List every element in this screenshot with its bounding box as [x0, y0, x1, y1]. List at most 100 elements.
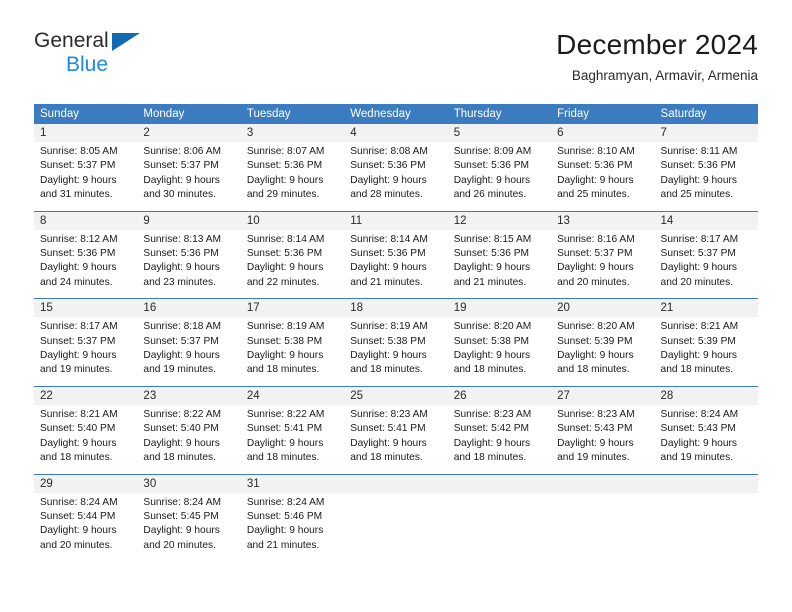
day-cell[interactable]: Sunrise: 8:17 AM Sunset: 5:37 PM Daylight:…	[34, 317, 138, 387]
day-cell[interactable]: Sunrise: 8:24 AM Sunset: 5:43 PM Daylight:…	[654, 404, 758, 474]
title-block: December 2024 Baghramyan, Armavir, Armen…	[556, 28, 758, 86]
day-cell[interactable]: Sunrise: 8:06 AM Sunset: 5:37 PM Daylight:…	[137, 142, 241, 212]
day-cell[interactable]: Sunrise: 8:16 AM Sunset: 5:37 PM Daylight:…	[551, 229, 655, 299]
day-number[interactable]: 30	[137, 473, 241, 493]
day-cell[interactable]: Sunrise: 8:10 AM Sunset: 5:36 PM Daylight:…	[551, 142, 655, 212]
day-number[interactable]: 24	[240, 385, 345, 405]
day-cell[interactable]: Sunrise: 8:12 AM Sunset: 5:36 PM Daylight:…	[34, 229, 138, 299]
calendar-daynumber-row: 29 30 31	[34, 473, 758, 493]
day-cell[interactable]: Sunrise: 8:24 AM Sunset: 5:46 PM Daylight:…	[240, 492, 345, 562]
day-cell[interactable]: Sunrise: 8:09 AM Sunset: 5:36 PM Daylight:…	[447, 142, 552, 212]
day-cell[interactable]: Sunrise: 8:11 AM Sunset: 5:36 PM Daylight:…	[654, 142, 758, 212]
day-cell[interactable]: Sunrise: 8:23 AM Sunset: 5:42 PM Daylight:…	[447, 404, 552, 474]
day-cell[interactable]: Sunrise: 8:19 AM Sunset: 5:38 PM Daylight:…	[344, 317, 448, 387]
day-number[interactable]: 15	[34, 298, 138, 318]
daylight-text-line2: and 19 minutes.	[557, 452, 630, 464]
sunset-text: Sunset: 5:46 PM	[246, 510, 323, 522]
weekday-header-sunday: Sunday	[34, 104, 138, 124]
day-cell[interactable]: Sunrise: 8:17 AM Sunset: 5:37 PM Daylight:…	[654, 229, 758, 299]
daylight-text-line2: and 19 minutes.	[143, 364, 216, 376]
day-number[interactable]: 21	[654, 298, 758, 318]
logo-text-general: General	[34, 29, 109, 52]
daylight-text-line2: and 18 minutes.	[40, 452, 113, 464]
day-cell[interactable]: Sunrise: 8:14 AM Sunset: 5:36 PM Daylight:…	[240, 229, 345, 299]
day-number[interactable]: 18	[344, 298, 448, 318]
day-cell[interactable]: Sunrise: 8:13 AM Sunset: 5:36 PM Daylight:…	[137, 229, 241, 299]
daylight-text-line1: Daylight: 9 hours	[40, 174, 117, 186]
sunset-text: Sunset: 5:38 PM	[246, 335, 323, 347]
day-number[interactable]: 3	[240, 124, 345, 142]
day-cell[interactable]: Sunrise: 8:24 AM Sunset: 5:44 PM Daylight:…	[34, 492, 138, 562]
daylight-text-line2: and 30 minutes.	[143, 189, 216, 201]
daylight-text-line2: and 22 minutes.	[246, 276, 320, 288]
daylight-text-line2: and 23 minutes.	[143, 276, 216, 288]
sunrise-text: Sunrise: 8:21 AM	[40, 408, 118, 420]
sunrise-text: Sunrise: 8:24 AM	[660, 408, 739, 420]
daylight-text-line2: and 18 minutes.	[350, 364, 423, 376]
day-number[interactable]: 4	[344, 124, 448, 142]
sunrise-text: Sunrise: 8:19 AM	[350, 321, 428, 333]
day-number[interactable]: 12	[447, 210, 552, 230]
day-cell[interactable]: Sunrise: 8:05 AM Sunset: 5:37 PM Daylight:…	[34, 142, 138, 212]
day-number[interactable]: 26	[447, 385, 552, 405]
calendar-header-row: Sunday Monday Tuesday Wednesday Thursday Frid…	[34, 104, 758, 124]
day-number[interactable]: 7	[654, 124, 758, 142]
day-number[interactable]: 20	[551, 298, 655, 318]
day-cell-empty	[344, 492, 448, 562]
weekday-header-tuesday: Tuesday	[240, 104, 345, 124]
day-cell[interactable]: Sunrise: 8:18 AM Sunset: 5:37 PM Daylight:…	[137, 317, 241, 387]
day-number[interactable]: 25	[344, 385, 448, 405]
day-number[interactable]: 13	[551, 210, 655, 230]
day-cell[interactable]: Sunrise: 8:21 AM Sunset: 5:39 PM Daylight:…	[654, 317, 758, 387]
weekday-header-thursday: Thursday	[447, 104, 552, 124]
day-cell[interactable]: Sunrise: 8:21 AM Sunset: 5:40 PM Daylight:…	[34, 404, 138, 474]
day-cell[interactable]: Sunrise: 8:08 AM Sunset: 5:36 PM Daylight:…	[344, 142, 448, 212]
day-number[interactable]: 27	[551, 385, 655, 405]
daylight-text-line2: and 18 minutes.	[453, 452, 527, 464]
daylight-text-line2: and 24 minutes.	[40, 276, 113, 288]
day-cell[interactable]: Sunrise: 8:19 AM Sunset: 5:38 PM Daylight:…	[240, 317, 345, 387]
daylight-text-line2: and 31 minutes.	[40, 189, 113, 201]
day-cell[interactable]: Sunrise: 8:22 AM Sunset: 5:40 PM Daylight:…	[137, 404, 241, 474]
day-number[interactable]: 1	[34, 124, 138, 142]
day-cell[interactable]: Sunrise: 8:20 AM Sunset: 5:38 PM Daylight:…	[447, 317, 552, 387]
day-cell[interactable]: Sunrise: 8:22 AM Sunset: 5:41 PM Daylight:…	[240, 404, 345, 474]
sunrise-text: Sunrise: 8:07 AM	[246, 146, 325, 157]
day-number[interactable]: 29	[34, 473, 138, 493]
calendar-info-row: Sunrise: 8:24 AM Sunset: 5:44 PM Daylight:…	[34, 492, 758, 562]
day-number[interactable]: 16	[137, 298, 241, 318]
day-number[interactable]: 8	[34, 210, 138, 230]
day-number[interactable]: 19	[447, 298, 552, 318]
sunrise-text: Sunrise: 8:23 AM	[557, 408, 635, 420]
day-number[interactable]: 2	[137, 124, 241, 142]
day-number[interactable]: 11	[344, 210, 448, 230]
day-cell[interactable]: Sunrise: 8:23 AM Sunset: 5:43 PM Daylight:…	[551, 404, 655, 474]
day-number[interactable]: 10	[240, 210, 345, 230]
day-number[interactable]: 17	[240, 298, 345, 318]
day-cell[interactable]: Sunrise: 8:23 AM Sunset: 5:41 PM Daylight:…	[344, 404, 448, 474]
day-number[interactable]: 28	[654, 385, 758, 405]
sunrise-text: Sunrise: 8:14 AM	[350, 233, 428, 245]
day-cell[interactable]: Sunrise: 8:15 AM Sunset: 5:36 PM Daylight:…	[447, 229, 552, 299]
day-cell[interactable]: Sunrise: 8:14 AM Sunset: 5:36 PM Daylight:…	[344, 229, 448, 299]
daylight-text-line2: and 21 minutes.	[350, 276, 423, 288]
day-number[interactable]: 23	[137, 385, 241, 405]
sunrise-text: Sunrise: 8:17 AM	[660, 233, 739, 245]
sunrise-text: Sunrise: 8:19 AM	[246, 321, 325, 333]
logo-text-blue: Blue	[66, 53, 109, 76]
page-subtitle: Baghramyan, Armavir, Armenia	[571, 68, 758, 83]
day-number[interactable]: 31	[240, 473, 345, 493]
day-cell[interactable]: Sunrise: 8:20 AM Sunset: 5:39 PM Daylight:…	[551, 317, 655, 387]
day-number[interactable]: 6	[551, 124, 655, 142]
day-number[interactable]: 22	[34, 385, 138, 405]
day-cell[interactable]: Sunrise: 8:07 AM Sunset: 5:36 PM Daylight:…	[240, 142, 345, 212]
daylight-text-line1: Daylight: 9 hours	[660, 174, 737, 186]
day-number[interactable]: 14	[654, 210, 758, 230]
day-cell[interactable]: Sunrise: 8:24 AM Sunset: 5:45 PM Daylight:…	[137, 492, 241, 562]
daylight-text-line2: and 18 minutes.	[246, 452, 320, 464]
calendar-daynumber-row: 8 9 10 11 12 13 14	[34, 210, 758, 230]
sunrise-text: Sunrise: 8:24 AM	[143, 496, 222, 508]
day-number[interactable]: 9	[137, 210, 241, 230]
day-number[interactable]: 5	[447, 124, 552, 142]
daylight-text-line1: Daylight: 9 hours	[143, 174, 220, 186]
